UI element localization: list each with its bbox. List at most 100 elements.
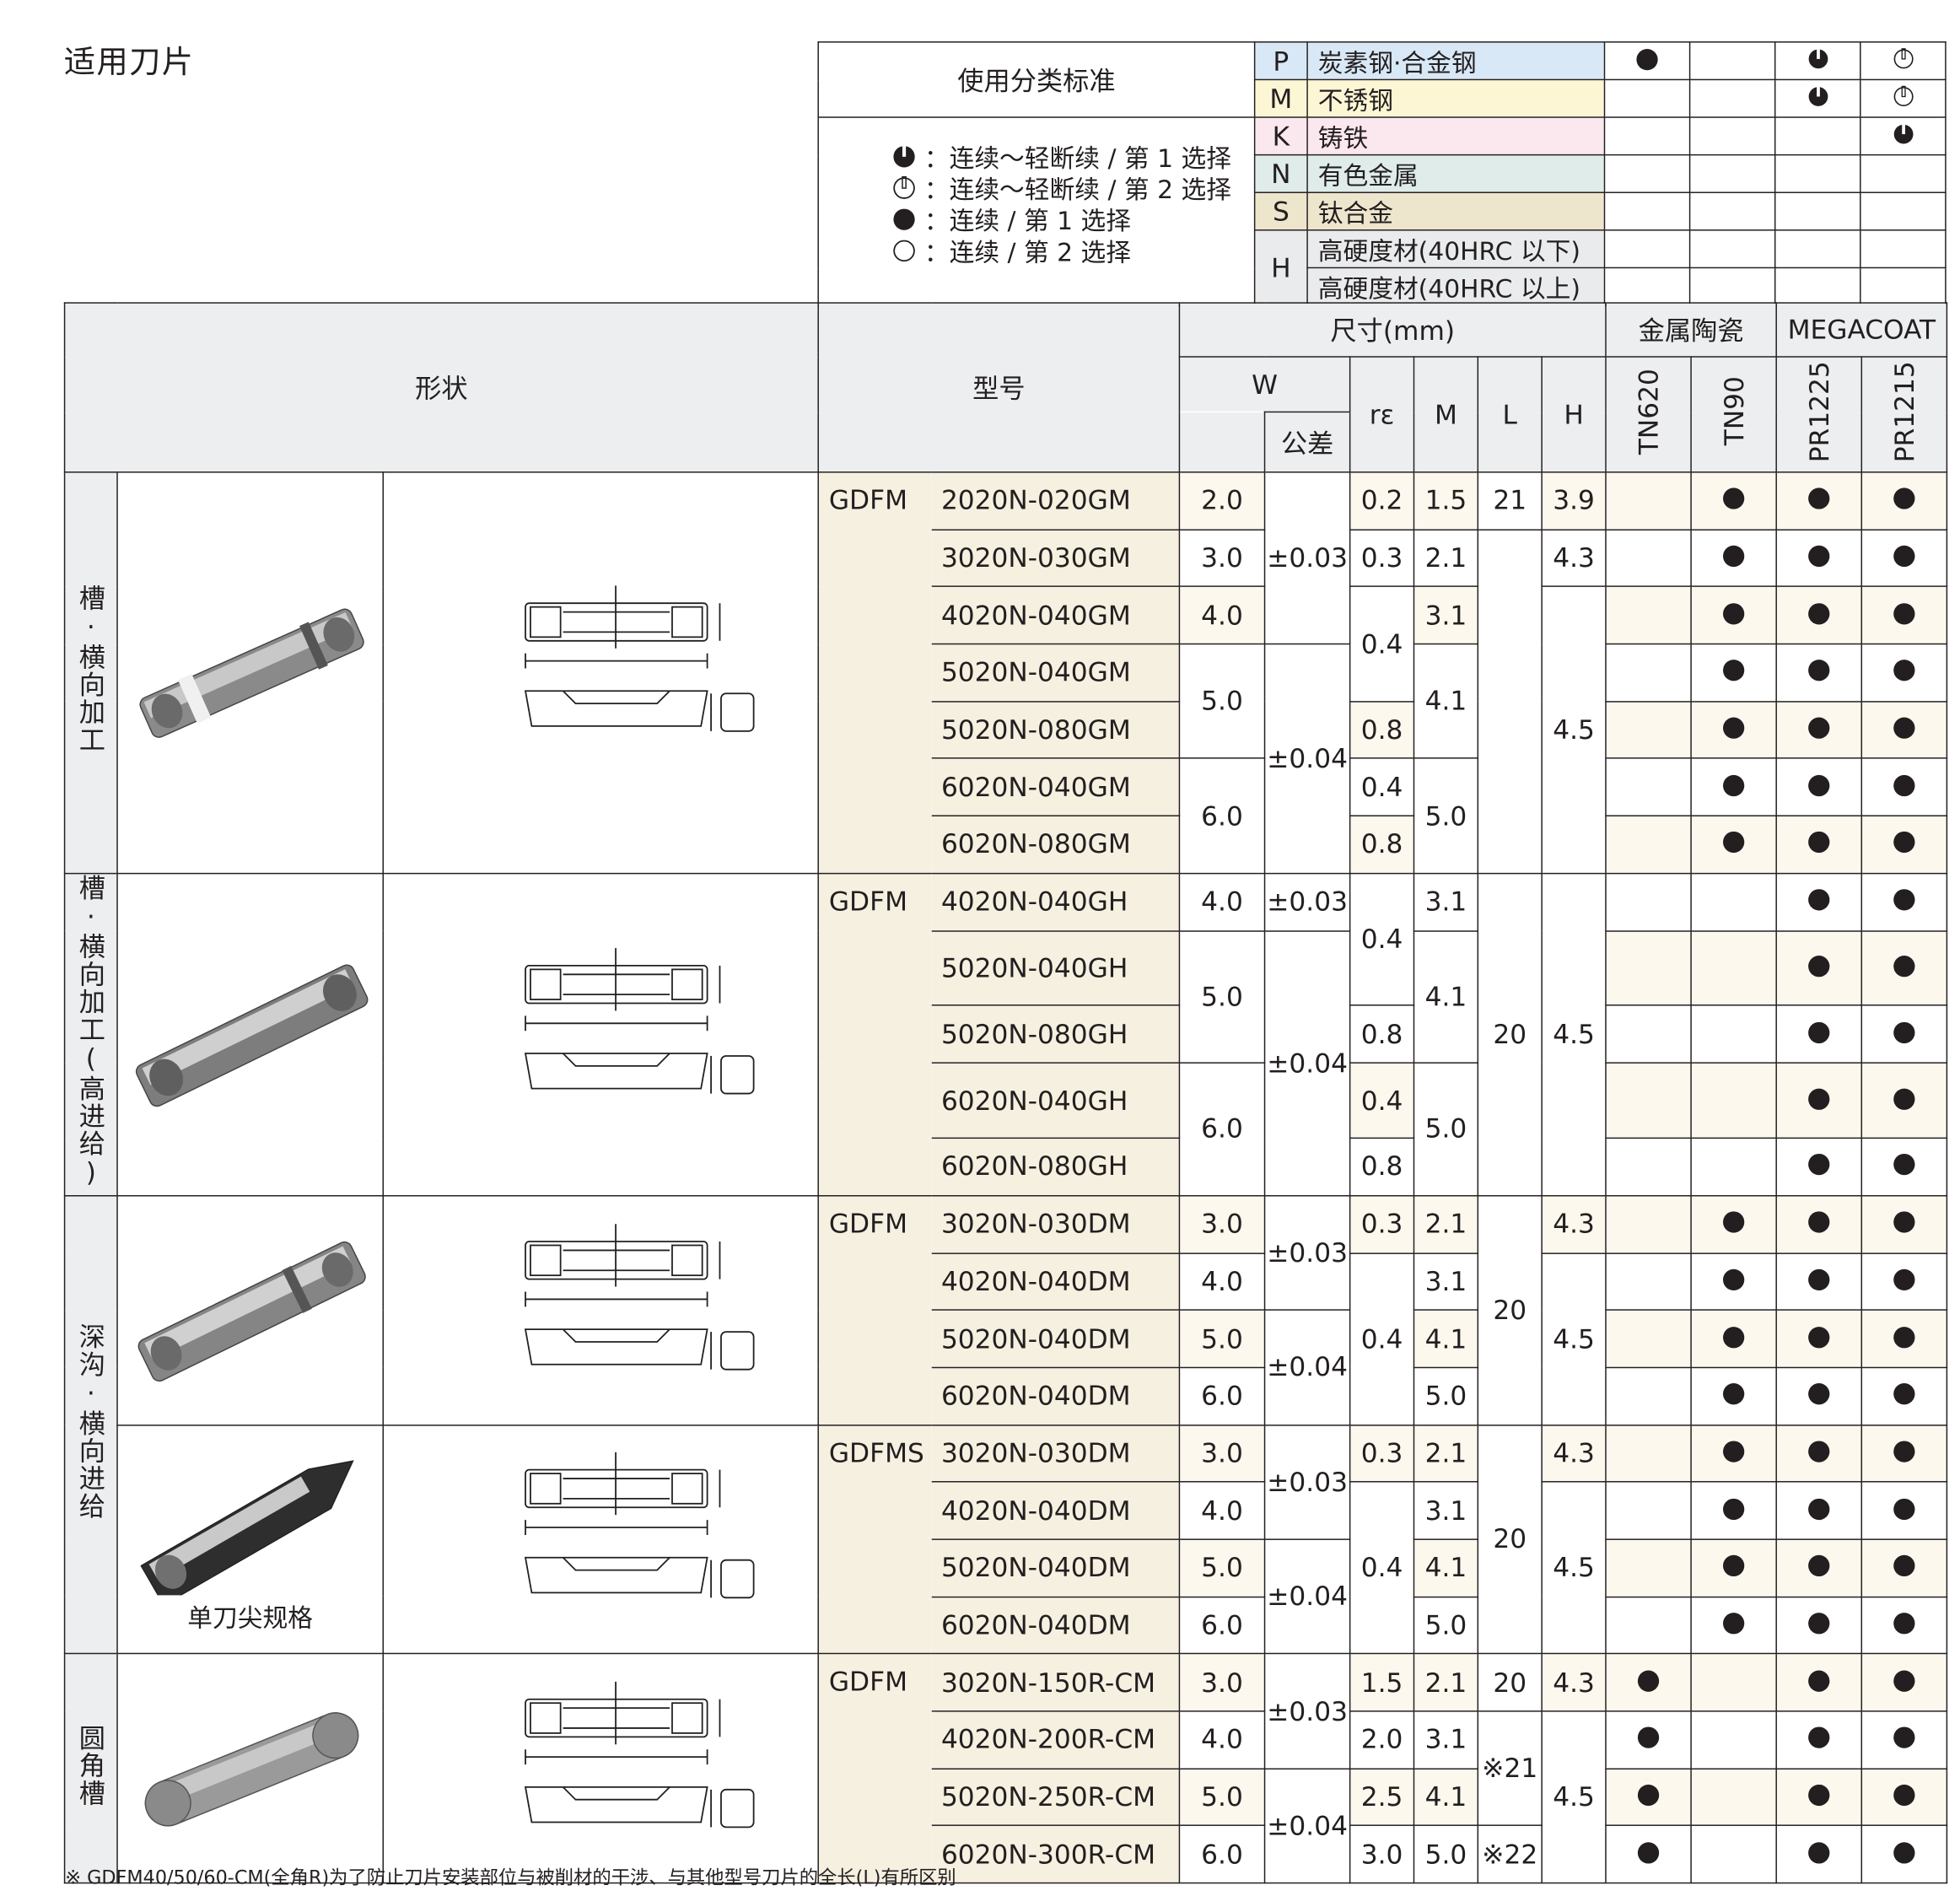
- dim-tol: ±0.04: [1263, 1309, 1351, 1425]
- grade-cell: [1860, 1252, 1948, 1312]
- grade-cell: [1690, 1005, 1777, 1064]
- dim-m: 4.1: [1413, 929, 1479, 1064]
- dim-l: [1477, 529, 1543, 875]
- mark-cell: [1603, 191, 1691, 231]
- grade-cell: [1775, 1424, 1863, 1483]
- legend-item: ：连续 / 第 2 选择: [891, 234, 1253, 267]
- grade-cell: [1690, 1137, 1777, 1197]
- grade-cell: [1605, 1252, 1692, 1312]
- grade-cell: [1605, 1710, 1692, 1769]
- filled-circle-icon: [1723, 602, 1745, 625]
- filled-circle-icon: [1723, 1326, 1745, 1348]
- grade-cell: [1690, 1309, 1777, 1369]
- grade-cell: [1690, 1768, 1777, 1827]
- grade-cell: [1860, 872, 1948, 932]
- filled-circle-icon: [1723, 487, 1745, 510]
- filled-circle-icon: [1808, 717, 1830, 739]
- grade-header-pr1225: PR1225: [1775, 356, 1863, 473]
- insert-table: 形状 型号 尺寸(mm) 金属陶瓷 MEGACOAT W rε M L H TN…: [63, 302, 1948, 1884]
- dim-tol: ±0.03: [1263, 1424, 1351, 1540]
- grade-cell: [1605, 529, 1692, 588]
- half-filled-circle-icon: [1807, 84, 1828, 106]
- model-number: 5020N-040DM: [931, 1309, 1181, 1369]
- grade-cell: [1605, 1653, 1692, 1712]
- grade-cell: [1860, 757, 1948, 817]
- grade-cell: [1860, 1653, 1948, 1712]
- filled-circle-icon: [1808, 1211, 1830, 1233]
- model-number: 2020N-020GM: [931, 471, 1181, 531]
- half-outline-circle-icon: [893, 175, 915, 199]
- filled-circle-icon: [1723, 717, 1745, 739]
- dim-w: 5.0: [1178, 1309, 1266, 1369]
- model-number: 6020N-040DM: [931, 1366, 1181, 1425]
- half-filled-circle-icon: [893, 143, 915, 167]
- filled-circle-icon: [1893, 774, 1915, 796]
- shape-category-label: 槽·横向加工(高进给): [75, 874, 106, 1189]
- m-header: M: [1413, 356, 1479, 473]
- half-filled-circle-icon: [1893, 121, 1913, 143]
- grade-header-tn620: TN620: [1605, 356, 1692, 473]
- grade-header-pr1215: PR1215: [1860, 356, 1948, 473]
- filled-circle-icon: [1808, 1670, 1830, 1692]
- grade-cell: [1605, 1005, 1692, 1064]
- mark-cell: [1603, 116, 1691, 156]
- grade-cell: [1775, 471, 1863, 531]
- dim-tol: ±0.04: [1263, 929, 1351, 1197]
- mark-cell: [1688, 78, 1776, 118]
- filled-circle-icon: [1723, 832, 1745, 854]
- filled-circle-icon: [1808, 955, 1830, 978]
- grade-cell: [1775, 929, 1863, 1007]
- material-name: 不锈钢: [1306, 78, 1606, 118]
- cermet-header: 金属陶瓷: [1605, 302, 1777, 358]
- grade-cell: [1775, 643, 1863, 703]
- grade-cell: [1605, 585, 1692, 645]
- dim-h: 4.5: [1541, 1710, 1607, 1884]
- dim-m: 5.0: [1413, 1366, 1479, 1425]
- dim-re: 0.8: [1349, 1137, 1415, 1197]
- mark-cell: [1688, 191, 1776, 231]
- grade-cell: [1605, 1481, 1692, 1540]
- grade-cell: [1860, 1309, 1948, 1369]
- dim-l: 20: [1477, 1653, 1543, 1712]
- table-row: 单刀尖规格 GDFMS 3020N-030DM 3.0 ±0.03 0.3 2.1 20 4.…: [65, 1424, 1948, 1655]
- model-header: 型号: [817, 302, 1181, 473]
- filled-circle-icon: [1808, 1726, 1830, 1749]
- filled-circle-icon: [1808, 1268, 1830, 1290]
- shape-category-label: 槽·横向加工: [75, 584, 106, 755]
- filled-circle-icon: [1893, 1154, 1915, 1176]
- dim-m: 4.1: [1413, 1309, 1479, 1369]
- mark-cell: [1860, 229, 1947, 269]
- filled-circle-icon: [1893, 832, 1915, 854]
- dim-m: 2.1: [1413, 1653, 1479, 1712]
- filled-circle-icon: [1808, 1154, 1830, 1176]
- mark-cell: [1774, 154, 1861, 193]
- filled-circle-icon: [1808, 1383, 1830, 1405]
- dim-re: 0.4: [1349, 872, 1415, 1007]
- dim-m: 4.1: [1413, 1538, 1479, 1597]
- dim-m: 5.0: [1413, 1596, 1479, 1655]
- grade-cell: [1860, 1596, 1948, 1655]
- dim-w: 3.0: [1178, 529, 1266, 588]
- model-number: 5020N-040GM: [931, 643, 1181, 703]
- filled-circle-icon: [1893, 1268, 1915, 1290]
- dim-m: 2.1: [1413, 1194, 1479, 1254]
- dim-re: 0.4: [1349, 757, 1415, 817]
- dim-re: 2.0: [1349, 1710, 1415, 1769]
- grade-cell: [1775, 1062, 1863, 1139]
- dim-h: 4.3: [1541, 529, 1607, 588]
- dim-w: 5.0: [1178, 643, 1266, 760]
- grade-cell: [1690, 1424, 1777, 1483]
- page-title: 适用刀片: [63, 44, 195, 81]
- material-name: 高硬度材(40HRC 以下): [1306, 229, 1606, 269]
- filled-circle-icon: [1808, 602, 1830, 625]
- filled-circle-icon: [1808, 1841, 1830, 1864]
- dim-re: 0.8: [1349, 815, 1415, 875]
- grade-cell: [1860, 585, 1948, 645]
- dim-l: 20: [1477, 1194, 1543, 1425]
- dim-tol: ±0.04: [1263, 643, 1351, 875]
- grade-cell: [1605, 471, 1692, 531]
- grade-cell: [1775, 529, 1863, 588]
- filled-circle-icon: [1808, 774, 1830, 796]
- tolerance-header: 公差: [1263, 411, 1351, 473]
- filled-circle-icon: [1893, 660, 1915, 681]
